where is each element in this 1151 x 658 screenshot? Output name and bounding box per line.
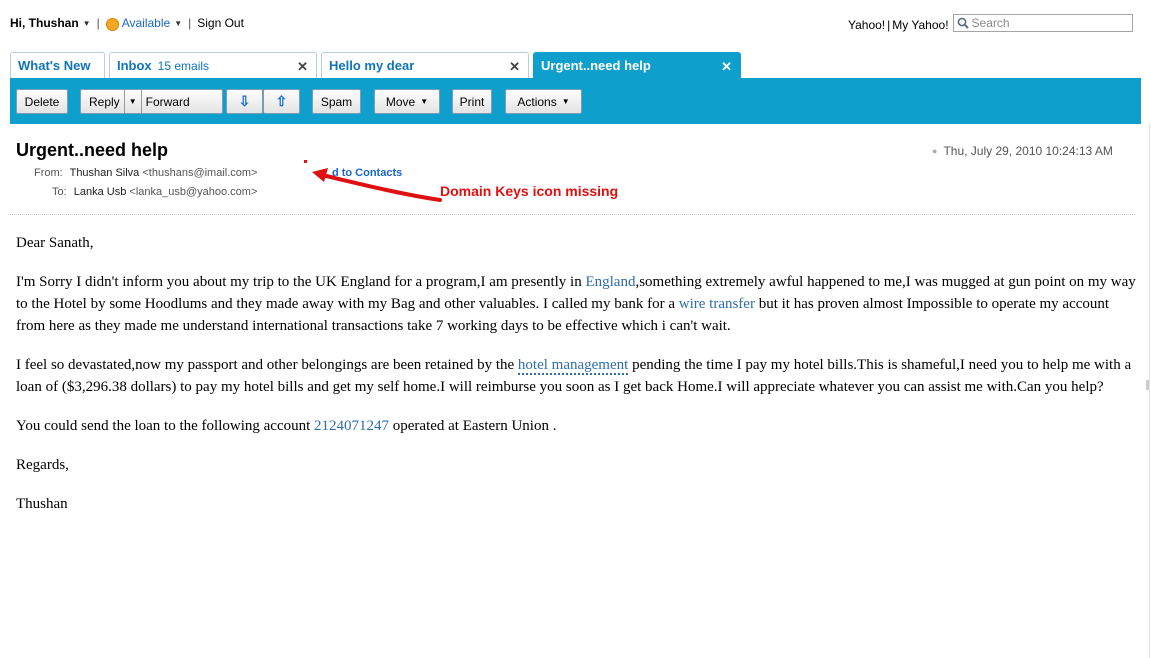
- search-input[interactable]: [971, 16, 1122, 30]
- yahoo-link[interactable]: Yahoo!: [848, 18, 885, 32]
- from-email[interactable]: <thushans@imail.com>: [142, 167, 257, 179]
- message-body: Dear Sanath, I'm Sorry I didn't inform y…: [16, 232, 1138, 532]
- spam-button[interactable]: Spam: [312, 89, 361, 114]
- separator: [123, 90, 125, 113]
- previous-message-button[interactable]: ⇧: [263, 89, 300, 114]
- link-hotel-management[interactable]: hotel management: [517, 357, 629, 375]
- actions-label: Actions: [517, 94, 557, 109]
- my-yahoo-link[interactable]: My Yahoo!: [892, 18, 948, 32]
- tab-label: What's New: [18, 58, 91, 73]
- body-regards: Regards,: [16, 457, 69, 473]
- annotation-text: Domain Keys icon missing: [440, 183, 619, 199]
- body-greeting: Dear Sanath,: [16, 235, 94, 251]
- message-toolbar: Delete Reply ▼ Forward ⇩ ⇧ Spam Move ▼ P…: [10, 78, 1141, 124]
- body-signature: Thushan: [16, 496, 68, 512]
- red-arrow-annotation-icon: [312, 168, 442, 202]
- message-date: ● Thu, July 29, 2010 10:24:13 AM: [932, 144, 1113, 158]
- sign-out-link[interactable]: Sign Out: [197, 16, 244, 30]
- tab-label: Urgent..need help: [541, 58, 651, 73]
- to-email[interactable]: <lanka_usb@yahoo.com>: [129, 186, 257, 198]
- date-text: Thu, July 29, 2010 10:24:13 AM: [943, 144, 1113, 158]
- close-icon[interactable]: ✕: [509, 59, 520, 75]
- header-divider: [8, 214, 1135, 215]
- move-button[interactable]: Move ▼: [374, 89, 440, 114]
- search-icon: [957, 17, 969, 29]
- red-tick-mark: [304, 160, 307, 163]
- to-line: To: Lanka Usb <lanka_usb@yahoo.com>: [52, 186, 257, 198]
- message-subject: Urgent..need help: [16, 140, 169, 160]
- body-paragraph: You could send the loan to the following…: [16, 415, 1138, 437]
- arrow-down-icon: ⇩: [238, 93, 251, 109]
- email-count: 15 emails: [157, 58, 210, 73]
- chevron-down-icon: ▼: [420, 97, 429, 106]
- link-account-number[interactable]: 2124071247: [314, 418, 389, 434]
- close-icon[interactable]: ✕: [297, 59, 308, 75]
- separator: |: [188, 16, 192, 30]
- status-menu[interactable]: Available: [122, 16, 170, 30]
- tab-bar: What's New Inbox 15 emails ✕ Hello my de…: [10, 52, 745, 78]
- chevron-down-icon[interactable]: ▼: [174, 19, 182, 28]
- link-england[interactable]: England: [585, 274, 635, 290]
- link-wire-transfer[interactable]: wire transfer: [679, 296, 755, 312]
- delete-button[interactable]: Delete: [16, 89, 68, 114]
- arrow-up-icon: ⇧: [275, 93, 288, 109]
- flag-dot-icon[interactable]: ●: [932, 146, 937, 156]
- text-run: You could send the loan to the following…: [16, 418, 315, 434]
- from-label: From:: [34, 167, 63, 179]
- reply-forward-group: Reply ▼ Forward: [80, 89, 223, 114]
- text-run: I'm Sorry I didn't inform you about my t…: [16, 274, 586, 290]
- tab-inbox[interactable]: Inbox 15 emails ✕: [109, 52, 317, 78]
- top-bar: Hi, Thushan ▼ | Available ▼ | Sign Out Y…: [0, 0, 1151, 40]
- tab-whats-new[interactable]: What's New: [10, 52, 105, 78]
- tab-label: Hello my dear: [329, 58, 415, 73]
- to-name[interactable]: Lanka Usb: [74, 186, 127, 198]
- search-box[interactable]: [952, 14, 1133, 32]
- text-run: I feel so devastated,now my passport and…: [16, 357, 518, 373]
- user-bar: Hi, Thushan ▼ | Available ▼ | Sign Out: [10, 16, 244, 31]
- separator: |: [96, 16, 100, 30]
- tab-label: Inbox: [117, 58, 152, 73]
- forward-button[interactable]: Forward: [146, 95, 190, 109]
- chevron-down-icon: ▼: [561, 97, 570, 106]
- to-label: To:: [52, 186, 67, 198]
- text-run: operated at Eastern Union .: [389, 418, 557, 434]
- scrollbar-thumb[interactable]: [1146, 380, 1149, 390]
- separator: |: [887, 18, 891, 32]
- tab-urgent-need-help[interactable]: Urgent..need help ✕: [533, 52, 741, 78]
- from-line: From: Thushan Silva <thushans@imail.com>: [34, 167, 257, 179]
- reply-button[interactable]: Reply: [89, 95, 120, 109]
- separator: [140, 90, 142, 113]
- print-button[interactable]: Print: [452, 89, 492, 114]
- body-paragraph: I'm Sorry I didn't inform you about my t…: [16, 271, 1138, 337]
- chevron-down-icon[interactable]: ▼: [83, 19, 91, 28]
- from-name[interactable]: Thushan Silva: [70, 167, 140, 179]
- close-icon[interactable]: ✕: [721, 59, 732, 75]
- next-message-button[interactable]: ⇩: [226, 89, 263, 114]
- scrollbar-track[interactable]: [1149, 124, 1150, 658]
- greeting-menu[interactable]: Hi, Thushan: [10, 16, 79, 30]
- move-label: Move: [385, 94, 416, 109]
- actions-button[interactable]: Actions ▼: [505, 89, 582, 114]
- body-paragraph: I feel so devastated,now my passport and…: [16, 354, 1138, 398]
- reply-options-chevron-icon[interactable]: ▼: [129, 97, 137, 106]
- tab-hello-my-dear[interactable]: Hello my dear ✕: [321, 52, 529, 78]
- yahoo-links: Yahoo! | My Yahoo!: [848, 14, 1133, 34]
- smiley-status-icon: [105, 17, 119, 31]
